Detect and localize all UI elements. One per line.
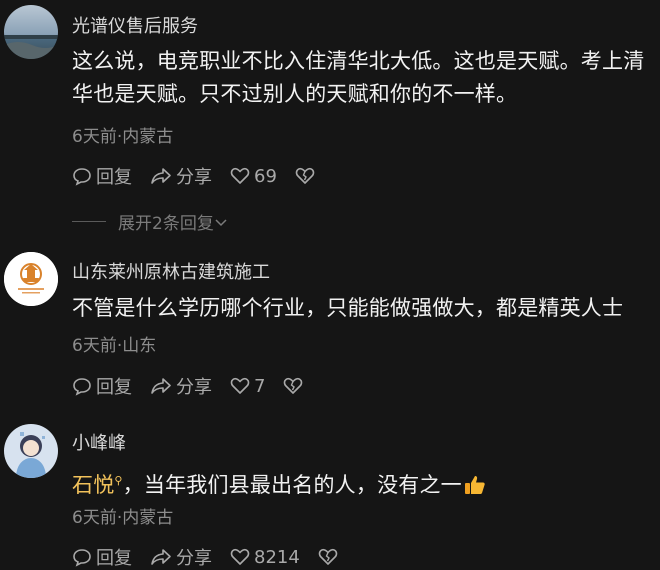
comment-actions: 回复 分享 69: [72, 163, 337, 189]
share-button[interactable]: 分享: [150, 163, 212, 189]
divider: [72, 221, 106, 222]
avatar[interactable]: [4, 424, 58, 478]
like-count: 69: [254, 165, 277, 187]
comment-meta: 6天前·内蒙古: [72, 127, 174, 147]
dislike-button[interactable]: [318, 548, 342, 566]
thumbs-up-icon: [464, 472, 486, 505]
share-label: 分享: [176, 167, 212, 188]
reply-label: 回复: [96, 377, 132, 398]
comment-actions: 回复 分享 7: [72, 373, 325, 399]
like-button[interactable]: 8214: [230, 547, 300, 568]
expand-replies[interactable]: 展开2条回复: [72, 209, 228, 234]
reply-label: 回复: [96, 167, 132, 188]
broken-heart-icon: [284, 377, 303, 394]
like-button[interactable]: 7: [230, 376, 265, 397]
comment-text: 不管是什么学历哪个行业，只能能做强做大，都是精英人士: [72, 296, 624, 320]
comment-meta: 6天前·山东: [72, 336, 157, 356]
mention-link[interactable]: 石悦: [72, 473, 114, 497]
share-icon: [151, 549, 171, 565]
username[interactable]: 山东莱州原林古建筑施工: [72, 258, 270, 284]
chevron-down-icon: [215, 218, 227, 226]
comment-text: 石悦⚲，当年我们县最出名的人，没有之一: [72, 464, 660, 505]
share-icon: [151, 168, 171, 184]
heart-icon: [230, 548, 250, 565]
comment-text: 这么说，电竞职业不比入住清华北大低。这也是天赋。考上清华也是天赋。只不过别人的天…: [72, 49, 645, 106]
share-label: 分享: [176, 377, 212, 398]
comment-text-body: ，当年我们县最出名的人，没有之一: [122, 473, 462, 497]
reply-icon: [73, 549, 91, 567]
broken-heart-icon: [318, 548, 338, 565]
avatar[interactable]: [4, 252, 58, 306]
heart-icon: [230, 377, 250, 394]
like-count: 8214: [254, 546, 300, 568]
like-count: 7: [254, 375, 266, 397]
comment-meta: 6天前·内蒙古: [72, 508, 174, 528]
comment-actions: 回复 分享 8214: [72, 544, 360, 570]
reply-label: 回复: [96, 548, 132, 569]
heart-icon: [230, 167, 250, 184]
broken-heart-icon: [295, 167, 315, 184]
share-button[interactable]: 分享: [150, 544, 212, 570]
mention-badge-icon: ⚲: [114, 474, 123, 487]
username[interactable]: 光谱仪售后服务: [72, 12, 198, 38]
reply-icon: [73, 378, 91, 396]
dislike-button[interactable]: [283, 377, 307, 395]
avatar[interactable]: [4, 5, 58, 59]
expand-label: 展开2条回复: [118, 214, 214, 234]
username[interactable]: 小峰峰: [72, 429, 126, 455]
share-icon: [151, 378, 171, 394]
reply-button[interactable]: 回复: [72, 163, 132, 189]
dislike-button[interactable]: [295, 167, 319, 185]
reply-button[interactable]: 回复: [72, 544, 132, 570]
like-button[interactable]: 69: [230, 166, 277, 187]
share-label: 分享: [176, 548, 212, 569]
reply-button[interactable]: 回复: [72, 373, 132, 399]
share-button[interactable]: 分享: [150, 373, 212, 399]
reply-icon: [73, 168, 91, 186]
